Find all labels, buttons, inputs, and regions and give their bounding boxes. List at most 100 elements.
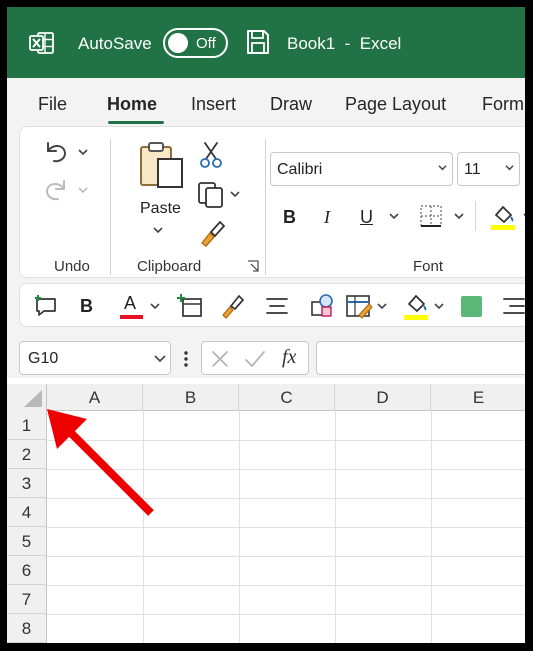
italic-button[interactable]: I [324, 207, 330, 228]
name-box[interactable]: G10 [19, 341, 171, 375]
autosave-toggle[interactable]: Off [163, 28, 228, 58]
formula-bar: G10 fx [7, 338, 525, 378]
underline-dropdown-icon[interactable] [389, 211, 399, 221]
font-color-dropdown-icon[interactable] [150, 301, 160, 311]
fill-color-icon[interactable] [488, 201, 518, 231]
align-icon[interactable] [265, 296, 289, 316]
borders-icon[interactable] [418, 203, 444, 229]
insert-icon[interactable] [176, 293, 204, 319]
font-name-value: Calibri [277, 161, 323, 178]
redo-icon[interactable] [42, 177, 70, 203]
paste-dropdown-icon[interactable] [153, 225, 163, 235]
font-size-select[interactable]: 11 [457, 152, 520, 186]
group-separator [265, 139, 266, 275]
fill-swatch-icon[interactable] [461, 296, 482, 317]
insert-function-icon[interactable]: fx [282, 346, 296, 369]
column-header-c[interactable]: C [239, 384, 335, 411]
active-tab-indicator [108, 121, 164, 124]
row-header-5[interactable]: 5 [7, 527, 47, 556]
row-header-2[interactable]: 2 [7, 440, 47, 469]
select-all-corner[interactable] [7, 384, 47, 411]
font-color-swatch [120, 315, 143, 319]
tab-insert[interactable]: Insert [191, 94, 236, 115]
chevron-down-icon [438, 165, 447, 171]
title-bar: AutoSave Off Book1 - Excel [7, 7, 525, 78]
fill-color-icon[interactable] [401, 290, 431, 322]
fill-color-dropdown-icon[interactable] [523, 211, 525, 221]
copy-dropdown-icon[interactable] [230, 189, 240, 199]
paste-label[interactable]: Paste [140, 200, 181, 218]
row-header-7[interactable]: 7 [7, 585, 47, 614]
worksheet-grid: A B C D E 1 2 3 4 5 6 7 8 [7, 384, 525, 643]
grid-line [47, 585, 525, 586]
grid-line [47, 440, 525, 441]
excel-logo-icon [29, 32, 54, 54]
bold-button[interactable]: B [283, 207, 296, 228]
quick-access-toolbar: B A [19, 283, 525, 327]
excel-window: AutoSave Off Book1 - Excel File Home Ins… [7, 7, 525, 643]
grid-line [47, 498, 525, 499]
redo-dropdown-icon[interactable] [78, 185, 88, 195]
tab-draw[interactable]: Draw [270, 94, 312, 115]
qat-bold-button[interactable]: B [80, 296, 93, 317]
autosave-state: Off [196, 35, 216, 52]
undo-dropdown-icon[interactable] [78, 147, 88, 157]
row-header-3[interactable]: 3 [7, 469, 47, 498]
autosave-label: AutoSave [78, 34, 152, 53]
format-painter-icon[interactable] [220, 293, 246, 319]
font-color-button[interactable]: A [124, 293, 136, 314]
align-right-icon[interactable] [502, 296, 525, 316]
tab-page-layout[interactable]: Page Layout [345, 94, 446, 115]
more-options-icon[interactable] [183, 350, 189, 368]
document-title: Book1 - Excel [287, 34, 402, 53]
toggle-knob [168, 33, 188, 53]
table-format-dropdown-icon[interactable] [377, 301, 387, 311]
ribbon-tabs: File Home Insert Draw Page Layout Form [7, 78, 525, 126]
group-separator [110, 139, 111, 275]
shapes-icon[interactable] [308, 292, 336, 320]
grid-line [47, 614, 525, 615]
tab-home[interactable]: Home [107, 94, 157, 115]
grid-line [47, 469, 525, 470]
group-label-font: Font [413, 258, 444, 275]
column-header-e[interactable]: E [431, 384, 525, 411]
group-label-clipboard: Clipboard [137, 258, 202, 275]
enter-icon[interactable] [244, 349, 266, 369]
copy-icon[interactable] [196, 181, 226, 209]
formula-input[interactable] [316, 341, 525, 375]
tab-formulas[interactable]: Form [482, 94, 524, 115]
ribbon-home: Undo Paste Clipboard Calibri 11 B I U Fo… [19, 126, 525, 278]
row-header-4[interactable]: 4 [7, 498, 47, 527]
chevron-down-icon [505, 165, 514, 171]
column-header-b[interactable]: B [143, 384, 239, 411]
column-header-a[interactable]: A [47, 384, 143, 411]
select-all-triangle-icon [24, 390, 42, 407]
screenshot-frame: AutoSave Off Book1 - Excel File Home Ins… [0, 0, 533, 651]
underline-button[interactable]: U [360, 207, 373, 228]
format-painter-icon[interactable] [198, 219, 226, 247]
tab-file[interactable]: File [38, 94, 67, 115]
grid-line [47, 527, 525, 528]
cancel-icon[interactable] [210, 349, 230, 369]
borders-dropdown-icon[interactable] [454, 211, 464, 221]
group-separator [475, 201, 476, 231]
paste-icon[interactable] [138, 141, 186, 191]
cut-icon[interactable] [198, 141, 224, 169]
name-box-value: G10 [28, 350, 59, 367]
row-header-8[interactable]: 8 [7, 614, 47, 643]
undo-icon[interactable] [42, 139, 70, 165]
font-name-select[interactable]: Calibri [270, 152, 453, 186]
chevron-down-icon [154, 355, 166, 363]
grid-line [47, 556, 525, 557]
formula-buttons: fx [201, 341, 309, 375]
row-header-6[interactable]: 6 [7, 556, 47, 585]
row-header-1[interactable]: 1 [7, 411, 47, 440]
fill-color-dropdown-icon[interactable] [434, 301, 444, 311]
save-icon[interactable] [246, 29, 270, 55]
group-label-undo: Undo [54, 258, 90, 275]
new-comment-icon[interactable] [34, 294, 58, 318]
font-size-value: 11 [464, 161, 481, 178]
table-format-icon[interactable] [345, 293, 373, 319]
column-header-d[interactable]: D [335, 384, 431, 411]
dialog-launcher-icon[interactable] [247, 260, 259, 272]
